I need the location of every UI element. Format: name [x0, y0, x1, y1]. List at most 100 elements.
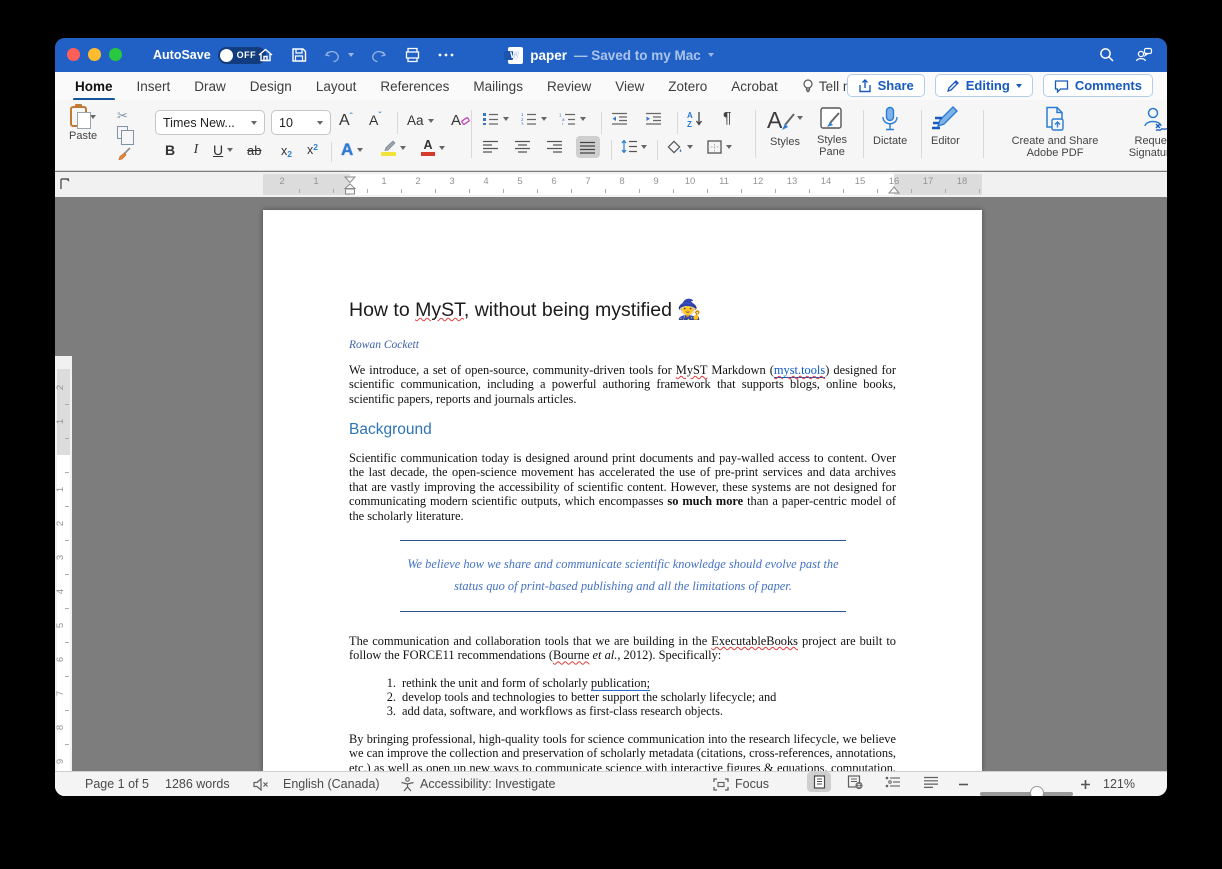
search-icon[interactable]	[1097, 45, 1117, 65]
zoom-out-button[interactable]	[958, 772, 969, 796]
speaker-muted-icon[interactable]	[253, 772, 269, 796]
editing-mode-button[interactable]: Editing	[935, 74, 1033, 97]
save-icon[interactable]	[289, 45, 309, 65]
document-save-status[interactable]: — Saved to my Mac	[574, 48, 701, 63]
accessibility-icon[interactable]	[400, 772, 415, 796]
publication-link[interactable]: publication;	[591, 676, 650, 691]
font-name-select[interactable]: Times New...	[155, 110, 265, 135]
more-commands-icon[interactable]	[436, 45, 456, 65]
comments-button[interactable]: Comments	[1043, 74, 1153, 97]
share-button[interactable]: Share	[847, 74, 925, 97]
borders-button[interactable]	[707, 140, 732, 154]
show-paragraph-marks-button[interactable]: ¶	[723, 110, 732, 128]
page-count[interactable]: Page 1 of 5	[85, 772, 149, 796]
numbered-list-button[interactable]: 123	[521, 112, 547, 125]
copy-button[interactable]	[117, 126, 128, 139]
editor-button[interactable]: Editor	[931, 106, 960, 147]
font-size-select[interactable]: 10	[271, 110, 331, 135]
sort-button[interactable]: AZ	[687, 110, 704, 127]
strikethrough-button[interactable]: ab	[247, 143, 261, 158]
undo-menu-caret-icon[interactable]	[348, 53, 354, 57]
print-icon[interactable]	[402, 45, 422, 65]
language-status[interactable]: English (Canada)	[283, 772, 380, 796]
tab-acrobat[interactable]: Acrobat	[731, 79, 778, 94]
tab-mailings[interactable]: Mailings	[473, 79, 523, 94]
line-spacing-button[interactable]	[621, 140, 647, 153]
zoom-window-button[interactable]	[109, 48, 122, 61]
tab-review[interactable]: Review	[547, 79, 591, 94]
tab-home[interactable]: Home	[75, 79, 113, 94]
multilevel-list-button[interactable]: 1ai	[559, 112, 586, 125]
paste-button[interactable]: Paste	[69, 106, 97, 142]
adobe-pdf-button[interactable]: Create and ShareAdobe PDF	[997, 106, 1113, 159]
tab-view[interactable]: View	[615, 79, 644, 94]
presence-share-icon[interactable]	[1133, 45, 1153, 65]
align-right-button[interactable]	[547, 140, 563, 153]
superscript-button[interactable]: x2	[307, 143, 318, 157]
doc-paragraph-1[interactable]: We introduce, a set of open-source, comm…	[349, 363, 896, 406]
numbered-list[interactable]: 1.rethink the unit and form of scholarly…	[349, 677, 896, 719]
tab-insert[interactable]: Insert	[137, 79, 171, 94]
myst-tools-link[interactable]: myst.tools	[774, 363, 825, 378]
tab-stop-selector-icon[interactable]	[59, 178, 71, 190]
bullet-list-button[interactable]	[483, 112, 509, 125]
align-center-button[interactable]	[515, 140, 531, 153]
tab-zotero[interactable]: Zotero	[668, 79, 707, 94]
tab-design[interactable]: Design	[250, 79, 292, 94]
shading-button[interactable]	[667, 140, 693, 154]
styles-button[interactable]: A Styles	[767, 106, 803, 148]
right-indent-marker-icon[interactable]	[888, 186, 900, 194]
focus-button[interactable]: Focus	[713, 772, 769, 796]
styles-pane-button[interactable]: StylesPane	[817, 106, 847, 158]
highlight-button[interactable]	[381, 140, 406, 156]
doc-paragraph-2[interactable]: Scientific communication today is design…	[349, 451, 896, 523]
list-item[interactable]: 1.rethink the unit and form of scholarly…	[349, 677, 896, 691]
zoom-slider-knob[interactable]	[1030, 786, 1044, 796]
increase-indent-button[interactable]	[645, 112, 662, 125]
doc-author[interactable]: Rowan Cockett	[349, 339, 896, 351]
cut-button[interactable]: ✂	[117, 108, 128, 124]
list-item[interactable]: 2.develop tools and technologies to bett…	[349, 691, 896, 705]
horizontal-ruler-band[interactable]: 21123456789101112131415161718	[263, 174, 982, 195]
zoom-slider[interactable]	[980, 782, 1073, 796]
zoom-slider-track[interactable]	[980, 792, 1073, 796]
font-color-button[interactable]: A	[421, 140, 445, 156]
vertical-ruler[interactable]: 2112345678910111213	[55, 356, 72, 796]
minimize-window-button[interactable]	[88, 48, 101, 61]
print-layout-view-button[interactable]	[807, 772, 831, 792]
document-area[interactable]: 2112345678910111213 How to MyST, without…	[55, 197, 1167, 771]
italic-button[interactable]: I	[189, 142, 203, 158]
shrink-font-button[interactable]: Aˇ	[369, 112, 381, 128]
list-item[interactable]: 3.add data, software, and workflows as f…	[349, 705, 896, 719]
change-case-button[interactable]: Aa	[407, 113, 434, 128]
undo-icon[interactable]	[323, 45, 343, 65]
word-count[interactable]: 1286 words	[165, 772, 230, 796]
doc-title[interactable]: How to MyST, without being mystified 🧙	[349, 298, 896, 322]
indent-marker-icon[interactable]	[344, 176, 356, 195]
pull-quote[interactable]: We believe how we share and communicate …	[400, 540, 846, 612]
subscript-button[interactable]: x2	[281, 143, 292, 159]
decrease-indent-button[interactable]	[611, 112, 628, 125]
document-page[interactable]: How to MyST, without being mystified 🧙 R…	[263, 210, 982, 771]
align-left-button[interactable]	[483, 140, 499, 153]
accessibility-status[interactable]: Accessibility: Investigate	[420, 772, 555, 796]
tab-draw[interactable]: Draw	[194, 79, 226, 94]
clear-formatting-button[interactable]: A	[451, 112, 470, 129]
dictate-button[interactable]: Dictate	[873, 106, 907, 147]
format-painter-button[interactable]	[117, 146, 132, 161]
redo-icon[interactable]	[368, 45, 388, 65]
close-window-button[interactable]	[67, 48, 80, 61]
bold-button[interactable]: B	[163, 142, 177, 158]
title-menu-caret-icon[interactable]	[708, 53, 714, 57]
doc-paragraph-3[interactable]: The communication and collaboration tool…	[349, 634, 896, 663]
heading-background[interactable]: Background	[349, 421, 896, 439]
home-icon[interactable]	[255, 45, 275, 65]
web-layout-view-button[interactable]	[843, 772, 867, 792]
zoom-percentage[interactable]: 121%	[1103, 772, 1135, 796]
text-effects-button[interactable]: A	[341, 140, 363, 160]
zoom-in-button[interactable]	[1080, 772, 1091, 796]
horizontal-ruler[interactable]: 21123456789101112131415161718	[55, 172, 1167, 197]
underline-button[interactable]: U	[213, 142, 233, 158]
grow-font-button[interactable]: Aˆ	[339, 112, 353, 130]
request-signatures-button[interactable]: RequestSignatures	[1117, 106, 1167, 159]
